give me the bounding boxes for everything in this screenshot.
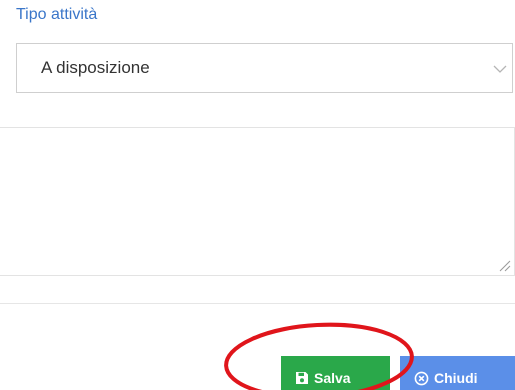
- footer-divider: [0, 303, 515, 304]
- chevron-down-icon: [493, 65, 507, 73]
- activity-type-selected-value: A disposizione: [41, 58, 150, 77]
- activity-form: Tipo attività A disposizione Salva Chiud…: [0, 0, 515, 390]
- close-button-label: Chiudi: [434, 370, 478, 386]
- close-button[interactable]: Chiudi: [400, 356, 515, 390]
- notes-textarea[interactable]: [0, 127, 515, 276]
- activity-type-label: Tipo attività: [16, 6, 98, 23]
- circle-x-icon: [414, 371, 429, 385]
- resize-handle-icon[interactable]: [499, 260, 511, 272]
- activity-type-select[interactable]: A disposizione: [16, 43, 513, 93]
- annotation-circle: [224, 322, 414, 390]
